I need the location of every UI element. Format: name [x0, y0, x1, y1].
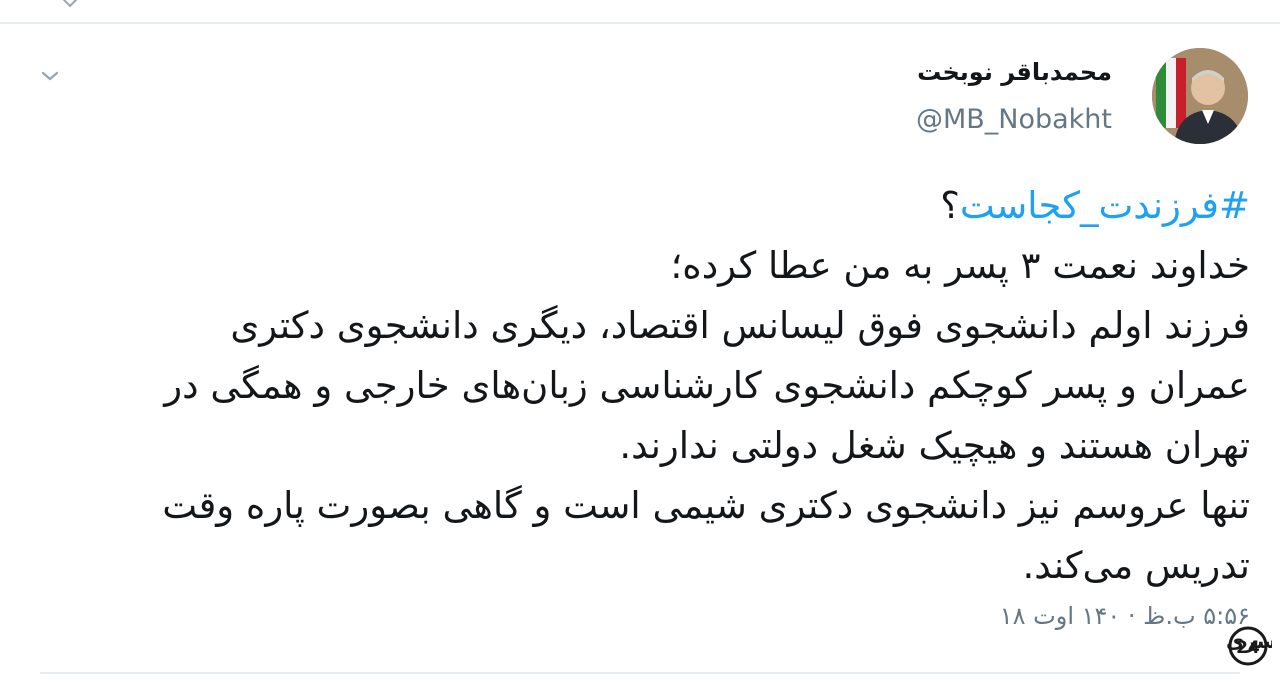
tweet-menu-caret-icon[interactable]	[40, 66, 60, 86]
tweet-line: خداوند نعمت ۳ پسر به من عطا کرده؛	[670, 244, 1250, 287]
author-display-name[interactable]: محمدباقر نوبخت	[917, 58, 1112, 86]
tweet-line: تدریس می‌کند.	[1022, 544, 1250, 587]
hashtag-line: #فرزندت_کجاست؟	[60, 176, 1250, 236]
tweet-text: #فرزندت_کجاست؟ خداوند نعمت ۳ پسر به من ع…	[60, 176, 1250, 596]
author-handle[interactable]: @MB_Nobakht	[916, 104, 1112, 135]
collapse-chevron-icon[interactable]	[58, 0, 82, 8]
author-avatar[interactable]	[1152, 48, 1248, 144]
top-divider	[0, 22, 1280, 24]
tweet-line: عمران و پسر کوچکم دانشجوی کارشناسی زبان‌…	[164, 364, 1250, 407]
tweet-line: تهران هستند و هیچیک شغل دولتی ندارند.	[619, 424, 1250, 467]
tweet-line: فرزند اولم دانشجوی فوق لیسانس اقتصاد، دی…	[230, 304, 1250, 347]
user-avatar-icon	[1152, 48, 1248, 144]
hashtag-link[interactable]: #فرزندت_کجاست	[960, 184, 1250, 227]
tweet-line: تنها عروسم نیز دانشجوی دکتری شیمی است و …	[162, 484, 1250, 527]
hashtag-suffix: ؟	[940, 184, 960, 227]
site-watermark-logo: 24 سراسری	[1226, 626, 1272, 666]
watermark-text: سراسری	[1226, 629, 1272, 653]
bottom-divider	[40, 672, 1240, 674]
